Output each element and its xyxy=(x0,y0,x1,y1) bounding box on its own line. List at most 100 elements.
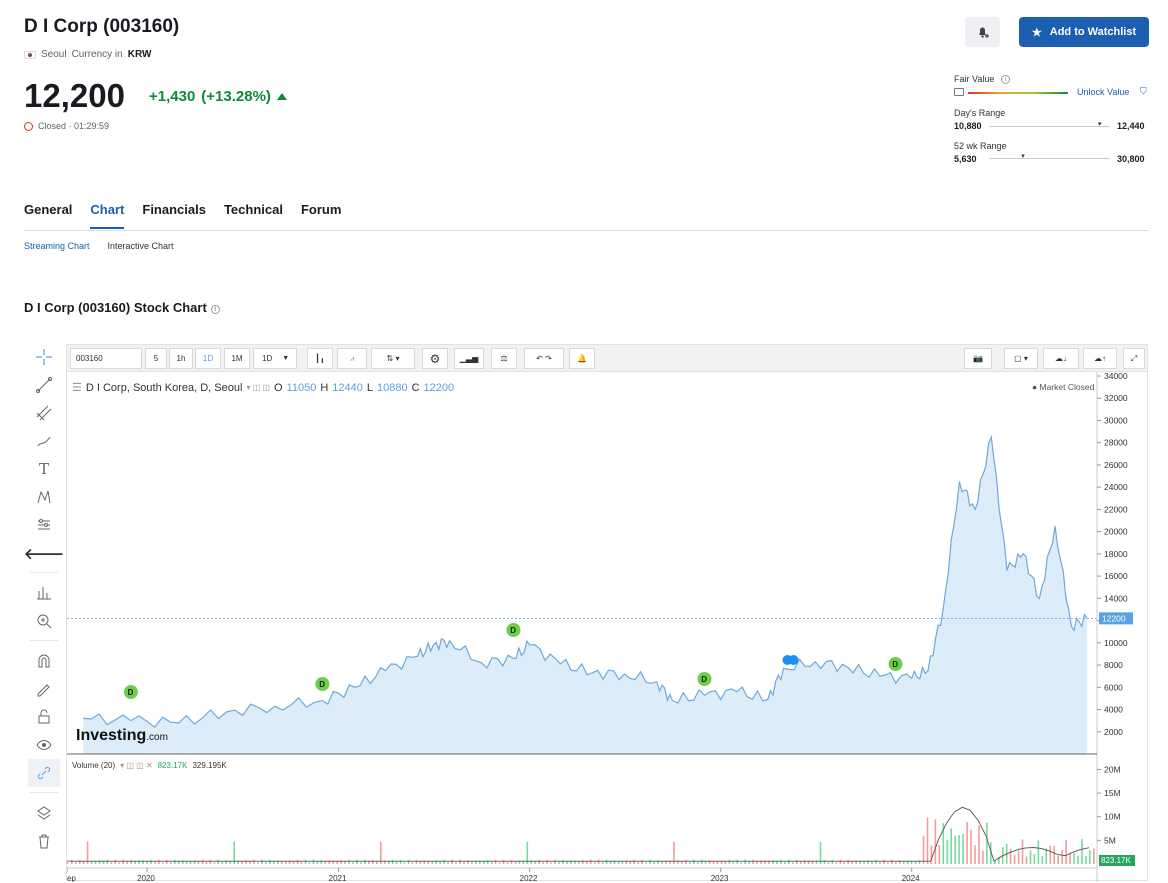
dividend-marker-label: D xyxy=(701,675,707,684)
price-chart[interactable]: 34000 32000 30000 28000 26000 24000 22000 20000… xyxy=(67,372,1148,882)
cloud-download-icon[interactable]: ☁↓ xyxy=(1043,348,1079,369)
volume-bar xyxy=(467,860,469,864)
fullscreen-icon[interactable]: ⤢ xyxy=(1123,348,1145,369)
info-icon[interactable]: i xyxy=(1000,75,1010,84)
volume-bar xyxy=(637,861,640,864)
interval-1m[interactable]: 1M xyxy=(224,348,250,369)
volume-bar xyxy=(1073,853,1075,864)
unlock-icon[interactable] xyxy=(28,703,60,731)
price-tick-label: 26000 xyxy=(1104,460,1128,470)
tab-chart[interactable]: Chart xyxy=(90,202,125,229)
subtab-interactive-chart[interactable]: Interactive Chart xyxy=(108,241,174,251)
prediction-icon[interactable] xyxy=(28,511,60,539)
brush-icon[interactable] xyxy=(28,427,60,455)
eye-icon[interactable] xyxy=(28,731,60,759)
alert-bell-button[interactable] xyxy=(965,17,1000,47)
time-tick-label: 2022 xyxy=(520,874,538,882)
volume-bar xyxy=(130,860,132,864)
gear-icon[interactable]: ⚙ xyxy=(422,348,448,369)
fair-value-gauge xyxy=(968,92,1068,94)
pattern-icon[interactable] xyxy=(28,483,60,511)
dividend-marker-label: D xyxy=(319,680,325,689)
volume-bar xyxy=(265,862,267,864)
volume-bar xyxy=(673,842,675,864)
low-label: L xyxy=(366,381,373,394)
layers-icon[interactable] xyxy=(28,799,60,827)
price-change: +1,430 (+13.28%) xyxy=(149,88,287,105)
trash-icon[interactable] xyxy=(28,827,60,855)
crosshair-icon[interactable] xyxy=(28,343,60,371)
tab-financials[interactable]: Financials xyxy=(142,202,206,229)
compare-icon[interactable]: ▁▃▅ xyxy=(454,348,484,369)
scale-icon[interactable]: ⚖ xyxy=(491,348,517,369)
template-icon[interactable]: ▢ ▾ xyxy=(1004,348,1038,369)
zoom-in-icon[interactable] xyxy=(28,607,60,635)
wk-range-low: 5,630 xyxy=(954,154,977,164)
alert-icon[interactable]: 🔔 xyxy=(569,348,595,369)
volume-bar xyxy=(296,859,299,864)
add-to-watchlist-button[interactable]: ★ Add to Watchlist xyxy=(1019,17,1149,47)
indicators-icon[interactable]: ⇅ ▾ xyxy=(371,348,415,369)
volume-ma-value: 329.195K xyxy=(192,761,227,770)
volume-bar xyxy=(677,860,679,864)
lock-icon xyxy=(954,88,964,96)
chevron-down-icon: ▼ xyxy=(282,355,290,362)
trend-line-icon[interactable] xyxy=(28,371,60,399)
event-pin xyxy=(788,655,799,665)
legend-dropdown-icon[interactable]: ▾ ◫ ◫ xyxy=(246,383,270,392)
interval-1d[interactable]: 1D xyxy=(195,348,221,369)
back-arrow-icon[interactable]: 🡐 xyxy=(24,539,64,567)
legend-symbol[interactable]: D I Corp, South Korea, D, Seoul xyxy=(86,382,243,394)
volume-bar xyxy=(704,861,707,864)
volume-bar xyxy=(895,861,897,864)
candles-icon[interactable]: ┃╻ xyxy=(307,348,333,369)
volume-bar xyxy=(106,859,109,864)
volume-bar xyxy=(685,859,687,864)
cloud-upload-icon[interactable]: ☁↑ xyxy=(1083,348,1117,369)
fib-tool-icon[interactable] xyxy=(28,399,60,427)
magnet-icon[interactable] xyxy=(28,647,60,675)
volume-bar xyxy=(205,862,208,864)
tab-technical[interactable]: Technical xyxy=(224,202,283,229)
volume-bar xyxy=(1069,853,1071,864)
volume-bar xyxy=(938,845,941,864)
volume-bar xyxy=(269,859,271,864)
price-area xyxy=(83,437,1088,754)
close-value: 12200 xyxy=(423,381,455,394)
price-tick-label: 20000 xyxy=(1104,527,1128,537)
price-tick-label: 34000 xyxy=(1104,372,1128,381)
price-tick-label: 24000 xyxy=(1104,482,1128,492)
subtab-streaming-chart[interactable]: Streaming Chart xyxy=(24,241,90,251)
volume-bar xyxy=(788,859,790,864)
volume-bar xyxy=(546,859,548,864)
volume-bar xyxy=(744,859,746,864)
market-status: Closed · 01:29:59 xyxy=(24,121,109,131)
unlock-value-link[interactable]: Unlock Value xyxy=(1077,87,1129,97)
volume-bar xyxy=(926,817,929,864)
high-value: 12440 xyxy=(332,381,363,394)
symbol-input[interactable]: 003160 xyxy=(70,348,142,369)
undo-redo-icon[interactable]: ↶ ↷ xyxy=(524,348,564,369)
interval-dropdown[interactable]: 1D ▼ xyxy=(253,348,297,369)
time-tick-label: ep xyxy=(67,874,76,882)
volume-bar xyxy=(1009,848,1012,864)
volume-tick-label: 5M xyxy=(1104,835,1116,845)
area-chart-icon[interactable]: ⩘ xyxy=(337,348,367,369)
measure-icon[interactable] xyxy=(28,579,60,607)
tab-general[interactable]: General xyxy=(24,202,72,229)
legend-toggle-icon[interactable]: ☰ xyxy=(72,381,82,394)
volume-label[interactable]: Volume (20) xyxy=(72,761,115,770)
volume-bar xyxy=(958,835,960,864)
link-icon[interactable] xyxy=(28,759,60,787)
volume-settings-icon[interactable]: ▾ ◫ ◫ ✕ xyxy=(120,761,153,770)
text-tool-icon[interactable]: T xyxy=(28,455,60,483)
volume-bar xyxy=(391,860,394,864)
info-icon[interactable]: i xyxy=(210,305,220,314)
pencil-lock-icon[interactable] xyxy=(28,675,60,703)
volume-tick-label: 10M xyxy=(1104,812,1121,822)
camera-icon[interactable]: 📷 xyxy=(964,348,992,369)
interval-5[interactable]: 5 xyxy=(145,348,167,369)
volume-bar xyxy=(918,860,921,864)
interval-1h[interactable]: 1h xyxy=(169,348,193,369)
tab-forum[interactable]: Forum xyxy=(301,202,341,229)
